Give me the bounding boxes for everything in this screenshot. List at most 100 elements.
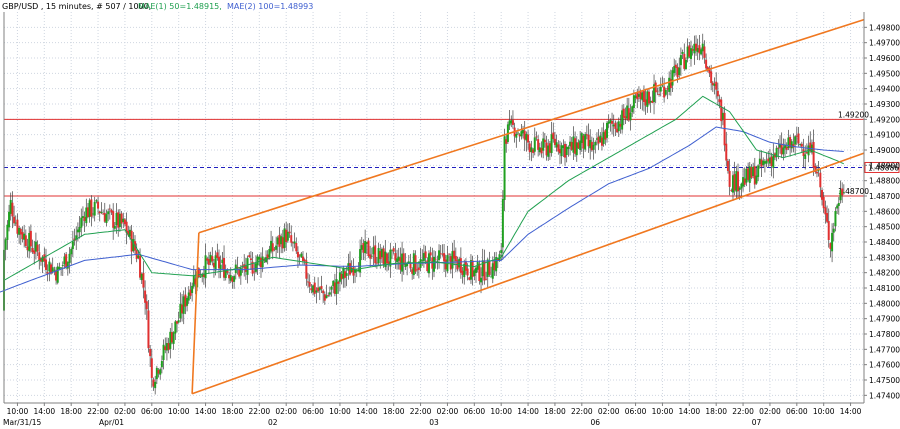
- candle-body: [679, 55, 682, 66]
- x-tick-label: 22:00: [732, 407, 754, 416]
- candle-body: [429, 252, 432, 256]
- candle-body: [822, 196, 825, 209]
- date-tick-label: 06: [590, 418, 600, 427]
- header-ma2-label: MAE(2) 100=1.48993: [227, 2, 313, 11]
- level-label: 1.49200: [838, 110, 869, 119]
- candle-body: [614, 122, 617, 129]
- candle-body: [97, 201, 100, 209]
- y-tick-label: 1.49800: [869, 23, 900, 32]
- candle-body: [826, 213, 829, 222]
- candle-body: [817, 170, 820, 172]
- candle-body: [145, 301, 148, 310]
- candle-body: [93, 201, 96, 216]
- candle-body: [723, 112, 726, 146]
- candle-body: [716, 90, 719, 97]
- x-tick-label: 02:00: [114, 407, 136, 416]
- candle-body: [703, 46, 706, 58]
- candle-body: [219, 264, 222, 270]
- candle-body: [275, 245, 278, 250]
- candle-body: [261, 256, 264, 268]
- candle-body: [705, 59, 708, 69]
- candle-body: [836, 205, 839, 209]
- candle-body: [308, 282, 311, 287]
- candle-body: [511, 120, 514, 125]
- candle-body: [68, 253, 71, 263]
- x-tick-label: 14:00: [34, 407, 56, 416]
- x-tick-label: 10:00: [652, 407, 674, 416]
- candle-body: [11, 202, 14, 217]
- candle-body: [239, 267, 242, 276]
- candle-body: [594, 141, 597, 146]
- candle-body: [271, 243, 274, 252]
- candle-body: [44, 259, 47, 270]
- candle-body: [516, 132, 519, 134]
- y-tick-label: 1.48800: [869, 177, 900, 186]
- x-tick-label: 14:00: [356, 407, 378, 416]
- candle-body: [191, 285, 194, 294]
- y-tick-label: 1.47800: [869, 330, 900, 339]
- x-tick-label: 10:00: [490, 407, 512, 416]
- y-tick-label: 1.48900: [869, 161, 900, 170]
- candle-body: [345, 273, 348, 276]
- y-tick-label: 1.49400: [869, 85, 900, 94]
- price-chart[interactable]: 1.492001.487001.48886 1.498001.497001.49…: [0, 0, 900, 429]
- candle-body: [66, 262, 69, 269]
- candle-body: [800, 143, 803, 147]
- x-tick-label: 02:00: [598, 407, 620, 416]
- candle-body: [409, 263, 412, 269]
- candle-body: [4, 239, 7, 250]
- candle-body: [592, 144, 595, 150]
- y-tick-label: 1.48500: [869, 223, 900, 232]
- x-tick-label: 14:00: [517, 407, 539, 416]
- x-tick-label: 06:00: [786, 407, 808, 416]
- candle-body: [448, 253, 451, 255]
- candle-body: [36, 244, 39, 252]
- candle-body: [322, 290, 325, 294]
- y-tick-label: 1.48100: [869, 284, 900, 293]
- y-tick-label: 1.47600: [869, 361, 900, 370]
- candle-body: [503, 136, 506, 200]
- candle-body: [417, 267, 420, 270]
- candle-body: [370, 255, 373, 257]
- candle-body: [105, 214, 108, 223]
- x-tick-label: 02:00: [275, 407, 297, 416]
- candle-body: [466, 268, 469, 276]
- date-tick-label: Apr/01: [99, 418, 124, 427]
- candle-body: [150, 358, 153, 378]
- candle-body: [60, 267, 63, 269]
- candle-body: [80, 217, 83, 228]
- candle-body: [424, 251, 427, 259]
- candle-body: [108, 208, 111, 210]
- candle-body: [684, 59, 687, 70]
- x-tick-label: 22:00: [571, 407, 593, 416]
- x-tick-label: 14:00: [679, 407, 701, 416]
- candle-body: [320, 285, 323, 289]
- y-tick-label: 1.48200: [869, 269, 900, 278]
- candle-body: [112, 211, 115, 228]
- candle-body: [406, 263, 409, 267]
- x-tick-label: 06:00: [464, 407, 486, 416]
- candle-body: [8, 211, 11, 228]
- candle-body: [515, 134, 518, 138]
- x-tick-label: 18:00: [222, 407, 244, 416]
- candle-body: [567, 146, 570, 150]
- candle-body: [71, 241, 74, 250]
- header-symbol-info: GBP/USD , 15 minutes, # 507 / 1000,: [2, 2, 151, 11]
- x-tick-label: 06:00: [302, 407, 324, 416]
- y-tick-label: 1.49100: [869, 131, 900, 140]
- candle-body: [500, 250, 503, 254]
- candle-body: [13, 216, 16, 224]
- candle-body: [757, 165, 760, 177]
- candle-body: [248, 255, 251, 258]
- candle-body: [177, 320, 180, 323]
- candle-body: [533, 137, 536, 152]
- candle-body: [527, 134, 530, 143]
- candle-body: [656, 90, 659, 92]
- candle-body: [70, 249, 73, 255]
- candle-body: [584, 134, 587, 150]
- candle-body: [488, 261, 491, 275]
- candle-body: [142, 272, 145, 288]
- x-tick-label: 22:00: [87, 407, 109, 416]
- candle-body: [296, 251, 299, 258]
- x-tick-label: 22:00: [410, 407, 432, 416]
